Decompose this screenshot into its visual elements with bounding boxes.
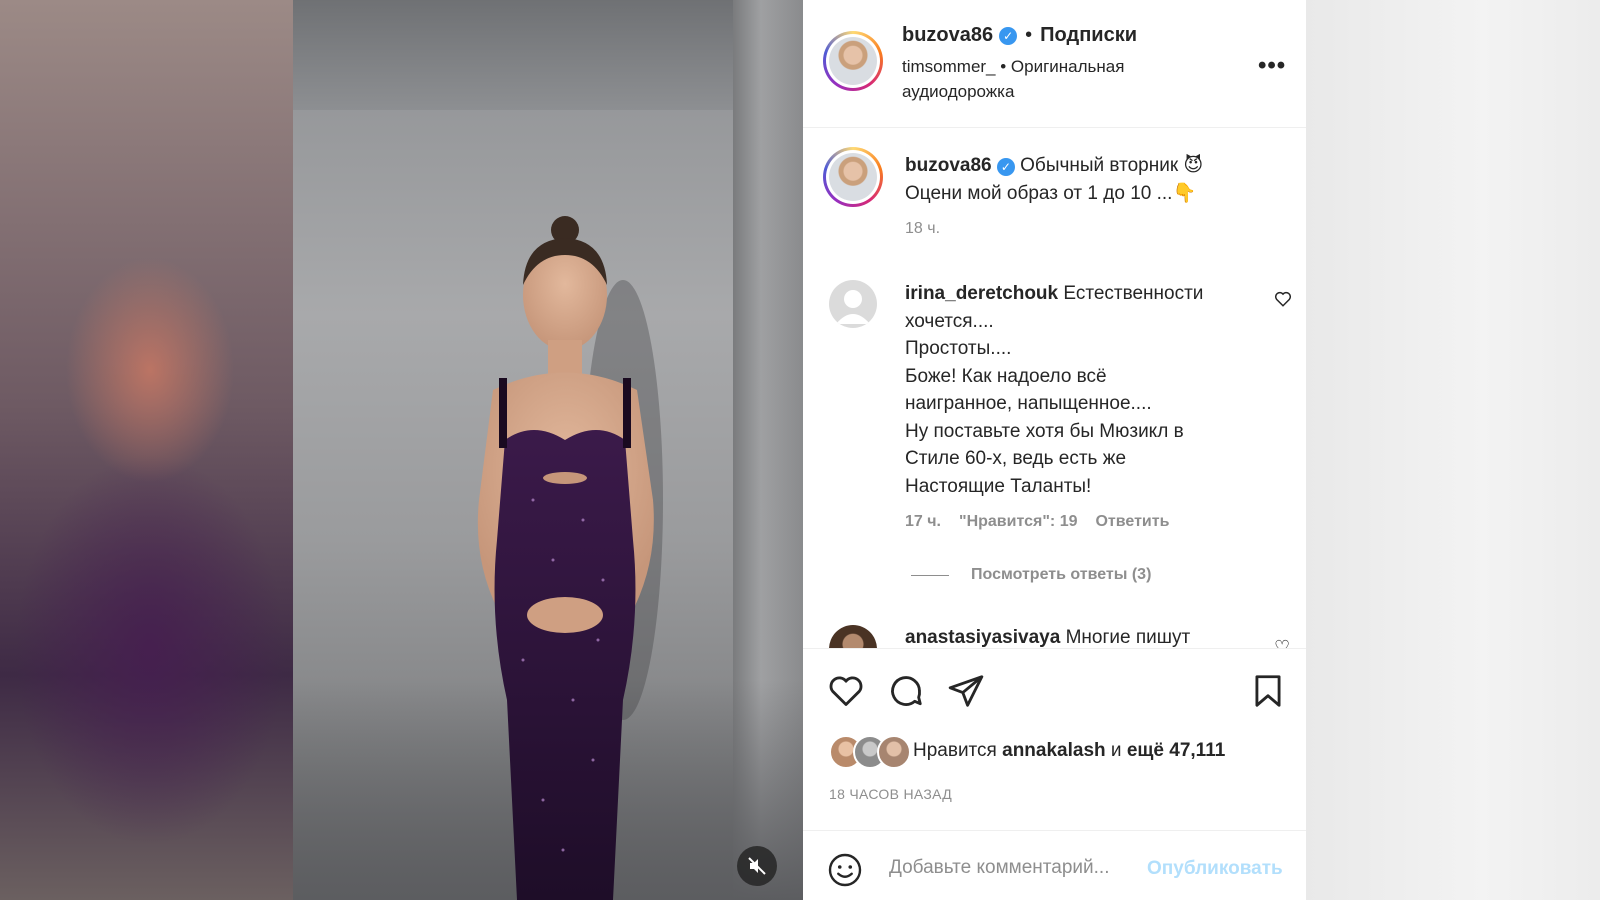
view-replies-label: Посмотреть ответы (3)	[971, 566, 1152, 583]
separator-dot: •	[1025, 24, 1033, 46]
audio-track-line-2: аудиодорожка	[902, 82, 1015, 101]
comment: irina_deretchouk Естественности хочется.…	[905, 280, 1250, 500]
comment-line: хочется....	[905, 310, 994, 332]
comment: anastasiyasivaya Многие пишут ♡	[803, 615, 1306, 648]
reply-button[interactable]: Ответить	[1095, 513, 1169, 531]
blurred-background-left	[0, 0, 293, 900]
pointing-down-emoji-icon: 👇	[1172, 183, 1197, 204]
post-header: buzova86 ✓ • Подписки	[902, 24, 1137, 47]
likes-connector: и	[1110, 740, 1122, 761]
comment-line: Простоты....	[905, 338, 1012, 359]
post-caption: buzova86 ✓ Обычный вторник 😈 Оцени мой о…	[905, 152, 1265, 208]
caption-timestamp: 18 ч.	[905, 220, 941, 237]
likes-summary[interactable]: Нравится annakalash и ещё 47,111	[829, 735, 1225, 769]
caption-author-avatar[interactable]	[823, 147, 883, 207]
verified-badge-icon: ✓	[996, 158, 1015, 176]
commenter-avatar[interactable]	[829, 280, 877, 328]
likes-text: Нравится annakalash и ещё 47,111	[913, 740, 1225, 762]
video-figure	[477, 216, 663, 900]
verified-badge-icon: ✓	[999, 26, 1018, 45]
comment-line: Настоящие Таланты!	[905, 475, 1092, 497]
liker-avatar	[877, 735, 911, 769]
likes-prefix: Нравится	[913, 740, 997, 761]
speaker-muted-icon	[748, 857, 766, 875]
commenter-avatar[interactable]	[829, 625, 877, 648]
add-comment-bar: Опубликовать	[803, 830, 1306, 900]
reel-video[interactable]	[293, 0, 803, 900]
likes-count[interactable]: ещё 47,111	[1127, 740, 1225, 761]
author-avatar[interactable]	[823, 31, 883, 91]
comment-likes-count[interactable]: "Нравится": 19	[959, 513, 1078, 531]
header-divider	[803, 127, 1306, 128]
comment-line: Боже! Как надоело всё	[905, 365, 1107, 387]
comment-line: Стиле 60-х, ведь есть же	[905, 448, 1127, 469]
comment-like-heart-icon[interactable]: ♡	[1274, 637, 1290, 648]
comment-username[interactable]: anastasiyasivaya	[905, 627, 1060, 648]
post-panel: buzova86 ✓ • Подписки timsommer_ • Ориги…	[803, 0, 1306, 900]
liker-avatars	[829, 735, 913, 769]
caption-username[interactable]: buzova86	[905, 155, 992, 176]
comment-line: наигранное, напыщенное....	[905, 393, 1152, 414]
action-bar	[827, 672, 1287, 712]
blurred-background-right	[1306, 0, 1600, 900]
comment-timestamp: 17 ч.	[905, 513, 941, 530]
comment-bubble-icon[interactable]	[887, 672, 925, 710]
comment-like-heart-icon[interactable]	[1274, 290, 1292, 313]
publish-button[interactable]: Опубликовать	[1147, 858, 1283, 880]
comment-input[interactable]	[887, 850, 1141, 886]
post-date: 18 ЧАСОВ НАЗАД	[829, 786, 952, 802]
comment-text: Многие пишут	[1065, 627, 1191, 648]
comment-username[interactable]: irina_deretchouk	[905, 283, 1058, 304]
comment-line: Ну поставьте хотя бы Мюзикл в	[905, 420, 1184, 442]
liker-username[interactable]: annakalash	[1002, 740, 1106, 761]
default-user-icon	[836, 290, 870, 324]
view-replies-button[interactable]: Посмотреть ответы (3)	[911, 566, 1151, 584]
share-send-icon[interactable]	[947, 672, 985, 710]
audio-track[interactable]: timsommer_ • Оригинальная аудиодорожка	[902, 54, 1182, 104]
following-button[interactable]: Подписки	[1040, 24, 1137, 47]
author-username[interactable]: buzova86	[902, 24, 993, 47]
caption-text-line-1: Обычный вторник	[1020, 155, 1179, 176]
more-options-icon[interactable]: •••	[1258, 52, 1286, 80]
comments-divider	[803, 648, 1306, 649]
bookmark-icon[interactable]	[1249, 672, 1287, 710]
devil-emoji-icon: 😈	[1183, 155, 1204, 176]
caption-text-line-2: Оцени мой образ от 1 до 10 ...	[905, 183, 1173, 204]
comment-meta: 17 ч. "Нравится": 19 Ответить	[905, 513, 1169, 531]
mute-toggle-button[interactable]	[737, 846, 777, 886]
like-heart-icon[interactable]	[827, 672, 865, 710]
replies-line	[911, 574, 949, 576]
audio-track-line-1: timsommer_ • Оригинальная	[902, 57, 1125, 76]
comment-text-first: Естественности	[1063, 283, 1204, 304]
emoji-smiley-icon[interactable]	[827, 852, 863, 888]
